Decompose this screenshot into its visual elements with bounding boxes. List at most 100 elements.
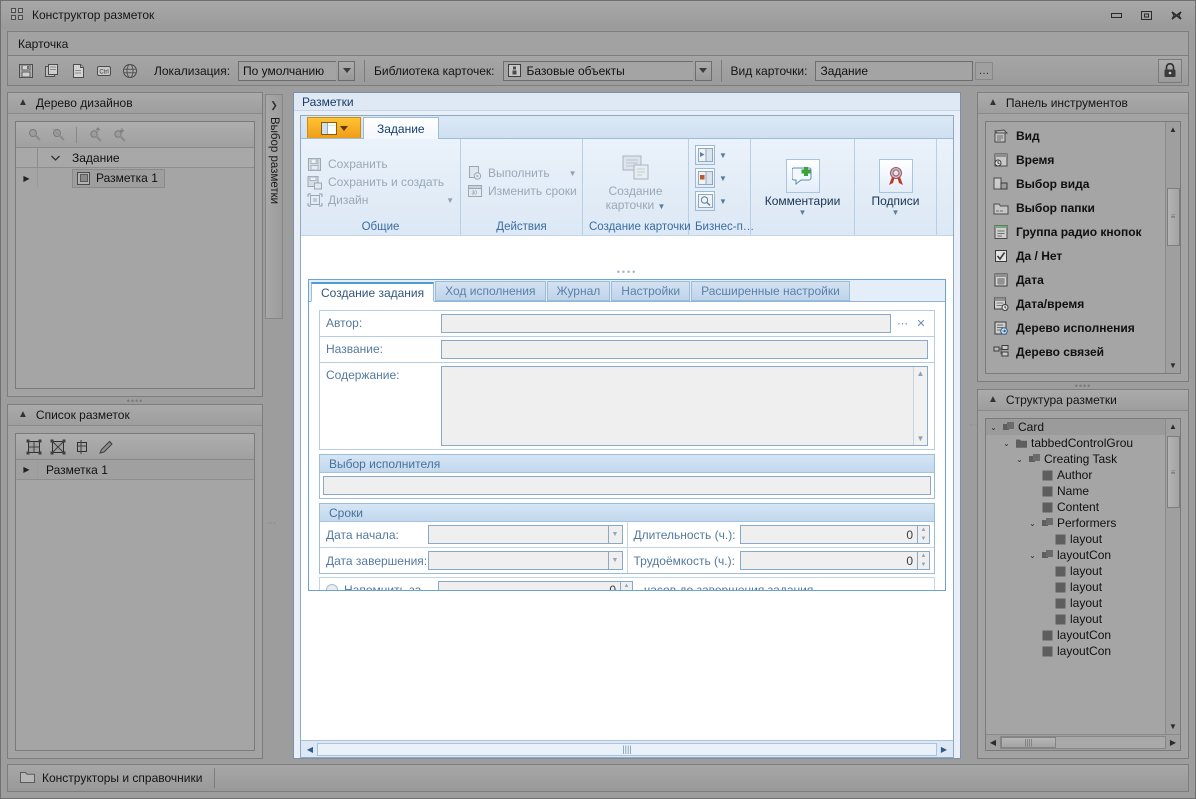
structure-node[interactable]: layout xyxy=(986,531,1165,547)
ribbon-button-create-card[interactable]: Созданиекарточки ▼ xyxy=(589,143,682,221)
scroll-right-icon[interactable]: ▶ xyxy=(1166,738,1180,747)
chevron-down-icon[interactable]: ▼ xyxy=(765,208,841,217)
structure-node[interactable]: ⌄tabbedControlGrou xyxy=(986,435,1165,451)
structure-horizontal-scrollbar[interactable]: ◀ |||| ▶ xyxy=(986,734,1180,750)
ribbon-button-comments[interactable]: Комментарии ▼ xyxy=(757,143,848,233)
form-tab-settings[interactable]: Настройки xyxy=(611,281,690,301)
app-menu-button[interactable] xyxy=(307,117,361,138)
expand-chevron-icon[interactable]: ❯ xyxy=(270,100,278,111)
duration-stepper[interactable]: 0 ▲▼ xyxy=(740,525,931,544)
content-textarea[interactable]: ▲ ▼ xyxy=(441,366,928,446)
structure-node[interactable]: ⌄Performers xyxy=(986,515,1165,531)
name-input[interactable] xyxy=(441,340,928,359)
left-panel-splitter[interactable]: •••• xyxy=(7,397,263,404)
chevron-down-icon[interactable]: ▼ xyxy=(719,197,727,206)
chevron-down-icon[interactable]: ▼ xyxy=(719,174,727,183)
ribbon-item-bp-view[interactable]: ▼ xyxy=(695,168,744,188)
restore-button[interactable] xyxy=(1132,5,1161,25)
toolbox-item-view-select[interactable]: Выбор вида xyxy=(986,172,1165,196)
canvas-scroll-track[interactable]: |||| xyxy=(317,743,937,756)
chevron-down-icon[interactable]: ▼ xyxy=(719,151,727,160)
layout-select-vertical-tab[interactable]: ❯ Выбор разметки xyxy=(265,94,283,319)
form-tab-progress[interactable]: Ход исполнения xyxy=(435,281,545,301)
collapse-chevron-icon[interactable]: ▲ xyxy=(18,98,28,108)
chevron-down-icon[interactable]: ▼ xyxy=(432,196,454,205)
structure-node[interactable]: layout xyxy=(986,563,1165,579)
scroll-up-icon[interactable]: ▲ xyxy=(917,369,925,378)
design-tree-header[interactable]: ▲ Дерево дизайнов xyxy=(8,93,262,114)
structure-scrollbar[interactable]: ▲ ≡ ▼ xyxy=(1165,419,1180,734)
start-date-picker[interactable]: ▼ xyxy=(428,525,623,544)
structure-node[interactable]: layout xyxy=(986,595,1165,611)
scroll-left-icon[interactable]: ◀ xyxy=(986,738,1000,747)
scroll-up-icon[interactable]: ▲ xyxy=(1169,122,1177,137)
design-tree-selected-node[interactable]: Разметка 1 xyxy=(72,169,165,188)
scroll-right-icon[interactable]: ▶ xyxy=(937,745,951,754)
design-tree-row[interactable]: ▶ Разметка 1 xyxy=(16,168,254,188)
end-date-picker[interactable]: ▼ xyxy=(428,551,623,570)
scroll-down-icon[interactable]: ▼ xyxy=(1169,719,1177,734)
toolbox-item-datetime[interactable]: Дата/время xyxy=(986,292,1165,316)
move-design-down-icon[interactable] xyxy=(109,125,129,145)
scroll-down-icon[interactable]: ▼ xyxy=(917,434,925,443)
toolbox-item-links-tree[interactable]: Дерево связей xyxy=(986,340,1165,364)
layout-list-row[interactable]: ▶ Разметка 1 xyxy=(16,460,254,480)
toolbox-header[interactable]: ▲ Панель инструментов xyxy=(978,93,1188,114)
remove-design-icon[interactable] xyxy=(48,125,68,145)
expander-chevron-icon[interactable]: ⌄ xyxy=(1014,455,1025,464)
delete-layout-icon[interactable] xyxy=(48,437,68,457)
toolbox-item-yes-no[interactable]: Да / Нет xyxy=(986,244,1165,268)
expander-chevron-icon[interactable]: ⌄ xyxy=(1027,551,1038,560)
duration-spin-buttons[interactable]: ▲▼ xyxy=(917,525,930,544)
minimize-button[interactable] xyxy=(1102,5,1131,25)
scroll-down-icon[interactable]: ▼ xyxy=(1169,358,1177,373)
save-icon[interactable] xyxy=(14,59,38,83)
remind-radio-label[interactable]: Напомнить за xyxy=(320,583,438,590)
author-clear-button[interactable]: ✕ xyxy=(912,314,930,333)
toolbox-scroll-thumb[interactable]: ≡ xyxy=(1167,188,1180,246)
chevron-down-icon[interactable]: ▼ xyxy=(608,551,623,570)
design-tree-expander-header[interactable] xyxy=(38,155,72,161)
structure-header[interactable]: ▲ Структура разметки xyxy=(978,390,1188,411)
library-dropdown-arrow[interactable] xyxy=(695,61,712,81)
layout-list-header[interactable]: ▲ Список разметок xyxy=(8,405,262,426)
ribbon-tab-task[interactable]: Задание xyxy=(363,117,439,139)
new-layout-grid-icon[interactable] xyxy=(24,437,44,457)
remind-radio-button[interactable] xyxy=(326,584,338,590)
effort-spin-buttons[interactable]: ▲▼ xyxy=(917,551,930,570)
structure-scroll-thumb[interactable]: ≡ xyxy=(1167,436,1180,508)
effort-stepper[interactable]: 0 ▲▼ xyxy=(740,551,931,570)
expander-chevron-icon[interactable]: ⌄ xyxy=(1001,439,1012,448)
structure-node[interactable]: ⌄layoutCon xyxy=(986,547,1165,563)
chevron-down-icon[interactable]: ▼ xyxy=(872,208,920,217)
toolbox-item-exec-tree[interactable]: Дерево исполнения xyxy=(986,316,1165,340)
form-tab-advanced-settings[interactable]: Расширенные настройки xyxy=(691,281,850,301)
scroll-left-icon[interactable]: ◀ xyxy=(303,745,317,754)
structure-node[interactable]: ⌄Creating Task xyxy=(986,451,1165,467)
localization-dropdown-arrow[interactable] xyxy=(338,61,355,81)
add-design-icon[interactable] xyxy=(24,125,44,145)
structure-hscroll-thumb[interactable]: |||| xyxy=(1001,737,1056,748)
toolbox-scrollbar[interactable]: ▲ ≡ ▼ xyxy=(1165,122,1180,373)
structure-node[interactable]: layout xyxy=(986,611,1165,627)
lock-icon[interactable] xyxy=(1158,59,1182,83)
ribbon-item-design[interactable]: Дизайн ▼ xyxy=(307,192,454,208)
structure-node[interactable]: Name xyxy=(986,483,1165,499)
collapse-chevron-icon[interactable]: ▲ xyxy=(18,410,28,420)
form-tab-creating-task[interactable]: Создание задания xyxy=(311,282,434,302)
globe-icon[interactable] xyxy=(118,59,142,83)
collapse-chevron-icon[interactable]: ▲ xyxy=(988,395,998,405)
card-view-ellipsis-button[interactable]: … xyxy=(975,62,993,80)
status-bar-designers-button[interactable]: Конструкторы и справочники xyxy=(8,765,214,791)
ribbon-item-execute[interactable]: Выполнить ▼ xyxy=(467,165,576,181)
ribbon-button-signatures[interactable]: Подписи ▼ xyxy=(861,143,930,233)
remind-spin-buttons[interactable]: ▲▼ xyxy=(620,581,633,591)
move-design-up-icon[interactable] xyxy=(85,125,105,145)
copy-icon[interactable] xyxy=(40,59,64,83)
expander-chevron-icon[interactable]: ⌄ xyxy=(988,423,999,432)
structure-node[interactable]: Author xyxy=(986,467,1165,483)
structure-node[interactable]: ⌄Card xyxy=(986,419,1165,435)
localization-value[interactable]: По умолчанию xyxy=(238,61,336,81)
vertical-splitter-grip[interactable]: ⋮ xyxy=(272,519,276,528)
toolbox-item-date[interactable]: Дата xyxy=(986,268,1165,292)
